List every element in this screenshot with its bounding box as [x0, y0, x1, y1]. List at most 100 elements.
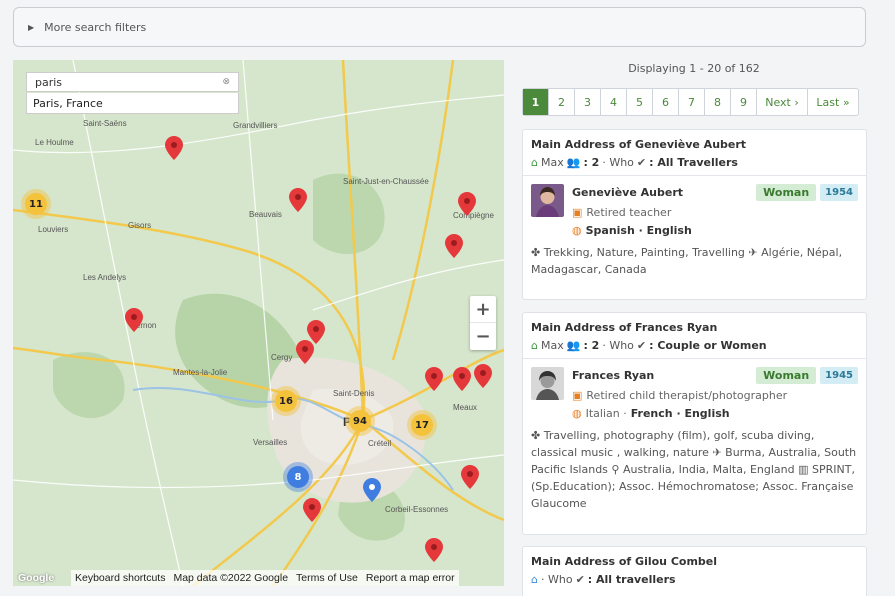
card-title[interactable]: Main Address of Geneviève Aubert	[531, 138, 858, 151]
page-5[interactable]: 5	[627, 89, 653, 115]
who-label: · Who	[602, 339, 634, 352]
map-cluster[interactable]: 16	[275, 390, 297, 412]
map-pin-icon[interactable]	[425, 367, 443, 391]
clear-search-icon[interactable]: ⊗	[222, 77, 230, 87]
check-icon: ✔	[636, 156, 647, 169]
users-icon: 👥	[566, 339, 581, 352]
avatar	[531, 184, 564, 217]
avatar	[531, 367, 564, 400]
puzzle-icon: ✤	[531, 246, 541, 259]
map-pin-icon[interactable]	[289, 188, 307, 212]
svg-text:Saint-Saëns: Saint-Saëns	[83, 119, 127, 128]
page-8[interactable]: 8	[705, 89, 731, 115]
map-data-text: Map data ©2022 Google	[173, 572, 289, 584]
map-background: Saint-Saëns Le Houlme Grandvilliers Sain…	[13, 60, 504, 586]
plane-icon: ✈	[748, 246, 758, 259]
host-name[interactable]: Frances Ryan	[572, 369, 654, 382]
job-text: Retired teacher	[586, 206, 672, 219]
page-2[interactable]: 2	[549, 89, 575, 115]
map-pin-icon[interactable]	[296, 340, 314, 364]
svg-text:Meaux: Meaux	[453, 403, 477, 412]
card-title[interactable]: Main Address of Frances Ryan	[531, 321, 858, 334]
home-icon: ⌂	[531, 339, 538, 352]
languages-text: Spanish · English	[585, 224, 692, 237]
map-pin-icon[interactable]	[425, 538, 443, 562]
page-6[interactable]: 6	[653, 89, 679, 115]
zoom-out-button[interactable]: −	[470, 323, 496, 350]
keyboard-shortcuts-link[interactable]: Keyboard shortcuts	[75, 572, 165, 584]
map-pin-icon[interactable]	[445, 234, 463, 258]
max-label: Max	[540, 156, 564, 169]
svg-text:Saint-Denis: Saint-Denis	[333, 389, 374, 398]
last-page-button[interactable]: Last »	[808, 89, 858, 115]
map-cluster[interactable]: 94	[349, 410, 371, 432]
map-search-input[interactable]: paris ⊗	[26, 72, 239, 92]
puzzle-icon: ✤	[531, 429, 541, 442]
check-icon: ✔	[575, 573, 585, 586]
globe-icon: ◍	[572, 224, 582, 237]
gender-badge: Woman	[756, 184, 817, 201]
location-pin-icon[interactable]	[363, 478, 381, 502]
svg-text:Les Andelys: Les Andelys	[83, 273, 126, 282]
svg-text:Mantes-la-Jolie: Mantes-la-Jolie	[173, 368, 228, 377]
places-text: Australia, India, Malta, England	[622, 463, 795, 476]
map-search-value: paris	[35, 75, 63, 89]
languages-light-text: Italian ·	[585, 407, 627, 420]
svg-text:Grandvilliers: Grandvilliers	[233, 121, 277, 130]
expand-triangle-icon: ▶	[28, 22, 35, 32]
page-1[interactable]: 1	[523, 89, 549, 115]
svg-text:Beauvais: Beauvais	[249, 210, 282, 219]
svg-text:Versailles: Versailles	[253, 438, 287, 447]
map[interactable]: Saint-Saëns Le Houlme Grandvilliers Sain…	[13, 60, 504, 586]
map-pin-icon[interactable]	[474, 364, 492, 388]
map-pin-icon[interactable]	[165, 136, 183, 160]
home-icon: ⌂	[531, 573, 538, 586]
map-pin-icon[interactable]	[125, 308, 143, 332]
map-pin-icon[interactable]	[461, 465, 479, 489]
globe-icon: ◍	[572, 407, 582, 420]
report-map-error-link[interactable]: Report a map error	[366, 572, 455, 584]
map-cluster[interactable]: 17	[411, 414, 433, 436]
plane-icon: ✈	[712, 446, 722, 459]
next-page-button[interactable]: Next ›	[757, 89, 808, 115]
results-count: Displaying 1 - 20 of 162	[628, 62, 760, 75]
check-icon: ✔	[636, 339, 647, 352]
who-value: : All travellers	[587, 573, 676, 586]
svg-text:Créteil: Créteil	[368, 439, 391, 448]
svg-text:Cergy: Cergy	[271, 353, 292, 362]
svg-text:Corbeil-Essonnes: Corbeil-Essonnes	[385, 505, 448, 514]
interests-text: Trekking, Nature, Painting, Travelling	[543, 246, 745, 259]
google-logo: Google	[18, 572, 55, 584]
host-card: Main Address of Geneviève Aubert ⌂ Max 👥…	[522, 129, 867, 300]
map-pin-icon[interactable]	[303, 498, 321, 522]
interests-block: ✤ Travelling, photography (film), golf, …	[531, 427, 858, 512]
home-icon: ⌂	[531, 156, 538, 169]
host-card: Main Address of Frances Ryan ⌂ Max 👥 : 2…	[522, 312, 867, 535]
map-pin-icon[interactable]	[453, 367, 471, 391]
more-search-filters-toggle[interactable]: ▶ More search filters	[13, 7, 866, 47]
who-value: : Couple or Women	[649, 339, 767, 352]
svg-text:Saint-Just-en-Chaussée: Saint-Just-en-Chaussée	[343, 177, 429, 186]
map-cluster[interactable]: 11	[25, 193, 47, 215]
who-label: · Who	[540, 573, 573, 586]
max-value: : 2	[583, 339, 600, 352]
building-icon: ▥	[798, 463, 809, 476]
map-footer: Google Keyboard shortcuts Map data ©2022…	[13, 570, 504, 586]
max-label: Max	[540, 339, 564, 352]
filters-label: More search filters	[44, 20, 147, 34]
terms-of-use-link[interactable]: Terms of Use	[296, 572, 358, 584]
map-search-suggestion[interactable]: Paris, France	[26, 93, 239, 114]
page-9[interactable]: 9	[731, 89, 757, 115]
map-marker-icon: ⚲	[611, 463, 620, 476]
svg-text:Le Houlme: Le Houlme	[35, 138, 74, 147]
card-title[interactable]: Main Address of Gilou Combel	[531, 555, 858, 568]
map-cluster[interactable]: 8	[287, 466, 309, 488]
svg-text:Gisors: Gisors	[128, 221, 151, 230]
host-name[interactable]: Geneviève Aubert	[572, 186, 683, 199]
page-3[interactable]: 3	[575, 89, 601, 115]
year-badge: 1954	[820, 184, 858, 201]
map-pin-icon[interactable]	[458, 192, 476, 216]
page-7[interactable]: 7	[679, 89, 705, 115]
zoom-in-button[interactable]: +	[470, 296, 496, 323]
page-4[interactable]: 4	[601, 89, 627, 115]
